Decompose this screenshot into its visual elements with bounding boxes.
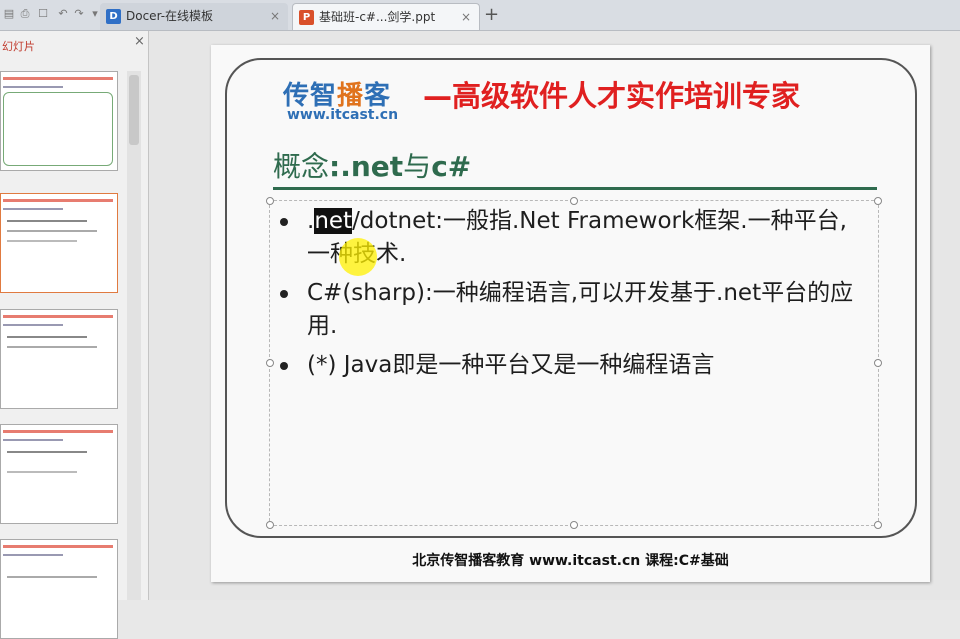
add-tab-icon[interactable]: +	[484, 4, 499, 25]
resize-handle[interactable]	[874, 359, 882, 367]
ppt-icon: P	[299, 10, 314, 25]
undo-icon[interactable]: ↶	[56, 7, 70, 21]
brand-url: www.itcast.cn	[287, 107, 399, 123]
slide-thumbnail[interactable]	[0, 309, 118, 409]
redo-icon[interactable]: ↷	[72, 7, 86, 21]
resize-handle[interactable]	[874, 197, 882, 205]
resize-handle[interactable]	[266, 359, 274, 367]
close-icon[interactable]: ×	[270, 3, 280, 30]
resize-handle[interactable]	[266, 197, 274, 205]
resize-handle[interactable]	[874, 521, 882, 529]
bullet-list[interactable]: .net/dotnet:一般指.Net Framework框架.一种平台,一种技…	[275, 205, 865, 388]
bullet-icon	[280, 218, 288, 226]
list-item[interactable]: C#(sharp):一种编程语言,可以开发基于.net平台的应用.	[275, 277, 865, 343]
slide-thumbnail[interactable]	[0, 71, 118, 171]
slides-panel: 幻灯片 ×	[0, 31, 149, 639]
cursor-highlight	[339, 238, 377, 276]
panel-title: 幻灯片	[2, 40, 35, 53]
resize-handle[interactable]	[570, 521, 578, 529]
list-item[interactable]: (*) Java即是一种平台又是一种编程语言	[275, 349, 865, 382]
slide-heading: 概念:.net与c#	[273, 150, 472, 183]
tab-docer[interactable]: D Docer-在线模板 ×	[100, 3, 288, 30]
print-icon[interactable]: ⎙	[18, 7, 32, 21]
close-icon[interactable]: ×	[134, 34, 145, 49]
slide-thumbnail[interactable]	[0, 193, 118, 293]
bullet-icon	[280, 362, 288, 370]
slide-thumbnail[interactable]	[0, 539, 118, 639]
tab-label: 基础班-c#...剑学.ppt	[319, 10, 436, 24]
selected-text[interactable]: net	[314, 208, 353, 234]
bullet-icon	[280, 290, 288, 298]
slide-footer: 北京传智播客教育 www.itcast.cn 课程:C#基础	[412, 553, 729, 569]
resize-handle[interactable]	[570, 197, 578, 205]
slogan: —高级软件人才实作培训专家	[423, 79, 801, 113]
tab-ppt[interactable]: P 基础班-c#...剑学.ppt ×	[292, 3, 480, 30]
resize-handle[interactable]	[266, 521, 274, 529]
thumbnail-scrollbar[interactable]	[127, 71, 141, 600]
docer-icon: D	[106, 9, 121, 24]
menu-icon[interactable]: ▤	[2, 7, 16, 21]
tab-bar: ▤ ⎙ ☐ ↶ ↷ ▾ D Docer-在线模板 × P 基础班-c#...剑学…	[0, 0, 960, 31]
preview-icon[interactable]: ☐	[36, 7, 50, 21]
slide-canvas[interactable]: 传智播客 www.itcast.cn —高级软件人才实作培训专家 概念:.net…	[211, 45, 930, 582]
close-icon[interactable]: ×	[461, 4, 471, 30]
slide-thumbnail[interactable]	[0, 424, 118, 524]
tab-label: Docer-在线模板	[126, 9, 214, 23]
heading-divider	[273, 187, 877, 190]
